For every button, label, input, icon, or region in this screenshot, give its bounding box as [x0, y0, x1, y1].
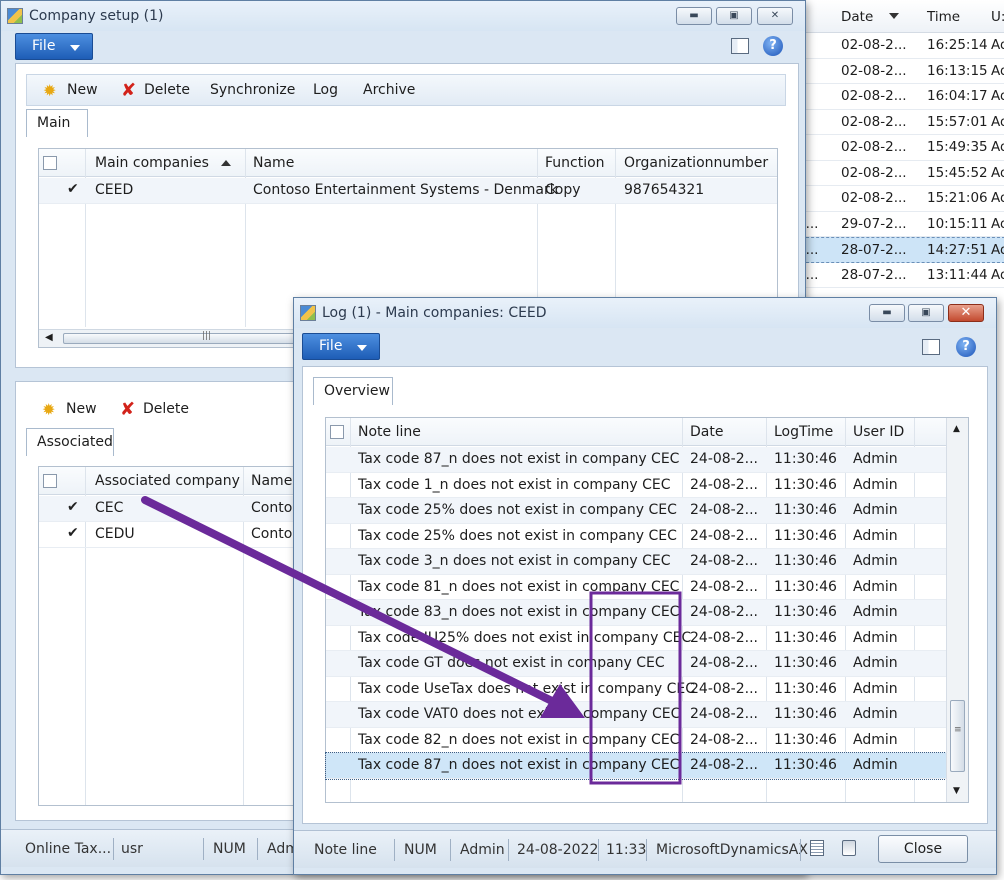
annotation-highlight-box	[589, 591, 682, 785]
annotation-arrow-shaft	[141, 496, 564, 709]
annotation-overlay	[141, 496, 682, 785]
